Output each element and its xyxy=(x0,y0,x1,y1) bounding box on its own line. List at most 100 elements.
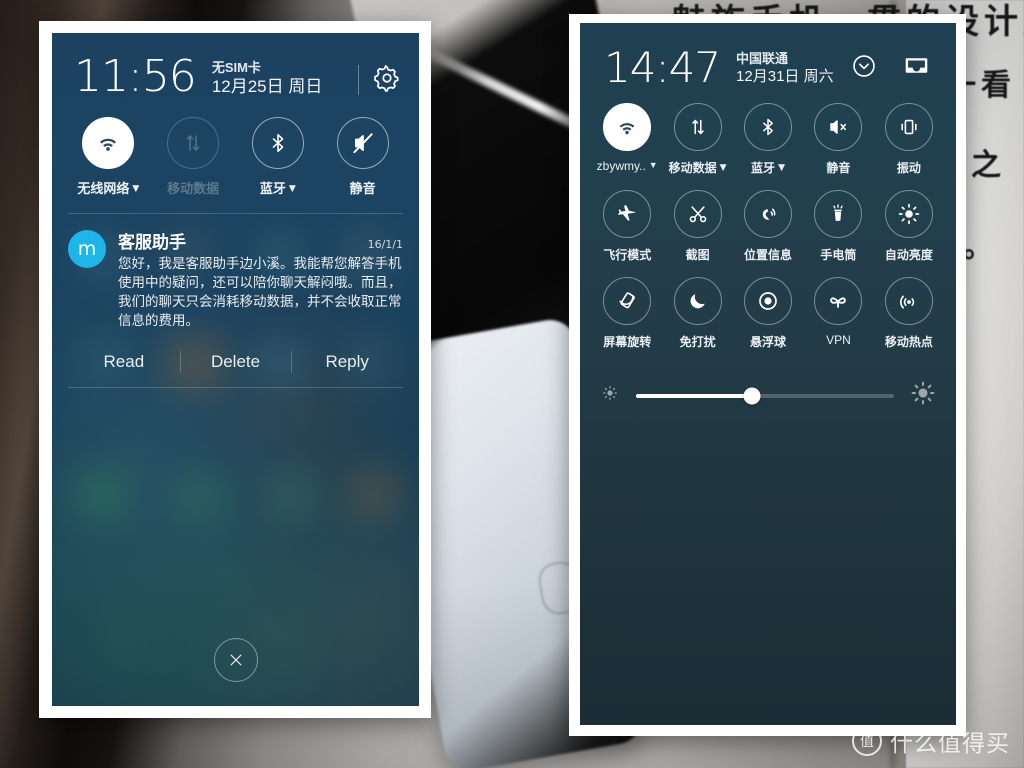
screen-rotate-icon xyxy=(603,277,652,325)
toggle-wifi-label: 无线网络 ▼ xyxy=(77,182,140,197)
toggle-row: zbywmy.. ▼ 移动数据 ▼ 蓝牙 ▼ 静音 振动 xyxy=(592,103,944,176)
toggle-mute-label: 静音 xyxy=(349,182,376,197)
right-date-label: 12月31日 周六 xyxy=(736,68,834,85)
toggle-location-label: 位置信息 xyxy=(744,248,793,262)
toggle-hotspot[interactable]: 移动热点 xyxy=(874,277,944,350)
flashlight-icon xyxy=(814,190,863,238)
blurred-icon xyxy=(72,465,132,523)
left-carrier-label: 无SIM卡 xyxy=(211,60,261,75)
toggle-mute[interactable]: 静音 xyxy=(320,117,405,197)
delete-button[interactable]: Delete xyxy=(179,343,292,381)
left-phone-screen: 11:56 无SIM卡 12月25日 周日 无线网络 ▼ 移动数据 蓝牙 ▼ 静… xyxy=(52,33,419,706)
status-divider xyxy=(358,65,359,95)
hotspot-icon xyxy=(884,277,933,325)
toggle-flashlight[interactable]: 手电筒 xyxy=(803,190,873,263)
notification-time: 16/1/1 xyxy=(367,238,403,251)
mobile-data-icon xyxy=(167,117,220,169)
toggle-hotspot-label: 移动热点 xyxy=(884,335,933,349)
toggle-wifi-label: zbywmy.. ▼ xyxy=(596,159,658,173)
inbox-icon[interactable] xyxy=(903,52,930,84)
toggle-row: 屏幕旋转 免打扰 悬浮球 VPN 移动热点 xyxy=(592,277,944,350)
wifi-icon xyxy=(603,103,652,151)
reply-button[interactable]: Reply xyxy=(291,343,403,381)
moon-icon xyxy=(673,277,722,325)
chevron-down-icon: ▼ xyxy=(288,184,296,194)
notification-text: 您好，我是客服助手边小溪。我能帮您解答手机使用中的疑问，还可以陪你聊天解闷哦。而… xyxy=(118,256,402,329)
toggle-bluetooth[interactable]: 蓝牙 ▼ xyxy=(733,103,803,176)
toggle-mobile-data[interactable]: 移动数据 xyxy=(151,117,236,197)
brightness-slider[interactable] xyxy=(636,387,894,404)
notification-actions: Read Delete Reply xyxy=(68,343,403,381)
notification-card[interactable]: m 客服助手 16/1/1 您好，我是客服助手边小溪。我能帮您解答手机使用中的疑… xyxy=(52,214,419,331)
scissors-icon xyxy=(673,190,722,238)
brightness-auto-icon xyxy=(884,190,933,238)
brightness-low-icon xyxy=(600,383,620,408)
mute-icon xyxy=(336,117,389,169)
toggle-mute-label: 静音 xyxy=(826,161,851,175)
blurred-icon xyxy=(348,467,402,521)
close-icon[interactable] xyxy=(213,638,258,682)
toggle-screenshot-label: 截图 xyxy=(685,248,710,262)
bluetooth-icon xyxy=(744,103,793,151)
mobile-data-icon xyxy=(673,103,722,151)
toggle-do-not-disturb[interactable]: 免打扰 xyxy=(662,277,732,350)
right-quick-toggle-grid: zbywmy.. ▼ 移动数据 ▼ 蓝牙 ▼ 静音 振动 飞行模式 截图 位置信… xyxy=(580,89,956,350)
right-status-bar: 14:47 中国联通 12月31日 周六 xyxy=(580,23,956,89)
toggle-vpn[interactable]: VPN xyxy=(803,277,873,350)
chevron-down-icon: ▼ xyxy=(778,163,785,173)
left-phone-screenshot-frame: 11:56 无SIM卡 12月25日 周日 无线网络 ▼ 移动数据 蓝牙 ▼ 静… xyxy=(39,21,431,718)
toggle-vibrate[interactable]: 振动 xyxy=(874,103,944,176)
mute-icon xyxy=(814,103,863,151)
avatar: m xyxy=(68,230,106,268)
smzdm-logo-icon: 值 xyxy=(852,726,882,756)
toggle-auto-brightness[interactable]: 自动亮度 xyxy=(874,190,944,263)
left-clock: 11:56 xyxy=(74,51,197,102)
toggle-auto-brightness-label: 自动亮度 xyxy=(884,248,933,262)
blurred-icon xyxy=(172,469,226,523)
vibrate-icon xyxy=(884,103,933,151)
toggle-screen-rotation-label: 屏幕旋转 xyxy=(603,335,652,349)
toggle-screen-rotation[interactable]: 屏幕旋转 xyxy=(592,277,662,350)
toggle-mobile-data-label: 移动数据 xyxy=(167,182,220,197)
right-phone-screenshot-frame: 14:47 中国联通 12月31日 周六 zbywmy.. ▼ 移动数据 ▼ 蓝… xyxy=(569,14,966,736)
right-clock: 14:47 xyxy=(604,43,721,92)
toggle-screenshot[interactable]: 截图 xyxy=(662,190,732,263)
chevron-down-icon: ▼ xyxy=(719,163,727,173)
blurred-icon xyxy=(264,469,318,523)
right-phone-screen: 14:47 中国联通 12月31日 周六 zbywmy.. ▼ 移动数据 ▼ 蓝… xyxy=(580,23,956,725)
brightness-slider-thumb[interactable] xyxy=(743,387,761,404)
toggle-mobile-data[interactable]: 移动数据 ▼ xyxy=(662,103,732,176)
toggle-bluetooth[interactable]: 蓝牙 ▼ xyxy=(236,117,321,197)
toggle-airplane-label: 飞行模式 xyxy=(603,248,652,262)
toggle-do-not-disturb-label: 免打扰 xyxy=(679,335,716,349)
left-date-label: 12月25日 周日 xyxy=(211,77,323,96)
brightness-slider-fill xyxy=(636,393,753,398)
chevron-down-circle-icon[interactable] xyxy=(851,53,877,84)
toggle-bluetooth-label: 蓝牙 ▼ xyxy=(751,161,785,175)
left-quick-toggles: 无线网络 ▼ 移动数据 蓝牙 ▼ 静音 xyxy=(52,99,419,197)
toggle-vpn-label: VPN xyxy=(826,333,851,347)
notification-title: 客服助手 xyxy=(118,233,186,253)
toggle-floating-ball[interactable]: 悬浮球 xyxy=(733,277,803,350)
toggle-wifi[interactable]: 无线网络 ▼ xyxy=(66,117,151,197)
chevron-down-icon: ▼ xyxy=(648,160,658,170)
toggle-mobile-data-label: 移动数据 ▼ xyxy=(668,161,727,175)
read-button[interactable]: Read xyxy=(68,343,180,381)
location-icon xyxy=(744,190,793,238)
toggle-mute[interactable]: 静音 xyxy=(803,103,873,176)
gear-icon[interactable] xyxy=(373,64,401,97)
brightness-slider-row xyxy=(580,364,956,411)
toggle-airplane-mode[interactable]: 飞行模式 xyxy=(592,190,662,263)
floating-ball-icon xyxy=(744,277,793,325)
vpn-icon xyxy=(814,277,863,325)
brightness-high-icon xyxy=(910,380,936,411)
toggle-row: 飞行模式 截图 位置信息 手电筒 自动亮度 xyxy=(592,190,944,263)
toggle-wifi[interactable]: zbywmy.. ▼ xyxy=(592,103,662,176)
right-carrier-label: 中国联通 xyxy=(736,51,789,66)
toggle-bluetooth-label: 蓝牙 ▼ xyxy=(259,182,296,197)
left-status-bar: 11:56 无SIM卡 12月25日 周日 xyxy=(52,33,419,99)
divider xyxy=(68,387,403,388)
toggle-flashlight-label: 手电筒 xyxy=(820,248,857,262)
toggle-location[interactable]: 位置信息 xyxy=(733,190,803,263)
watermark-text: 什么值得买 xyxy=(890,731,1010,757)
